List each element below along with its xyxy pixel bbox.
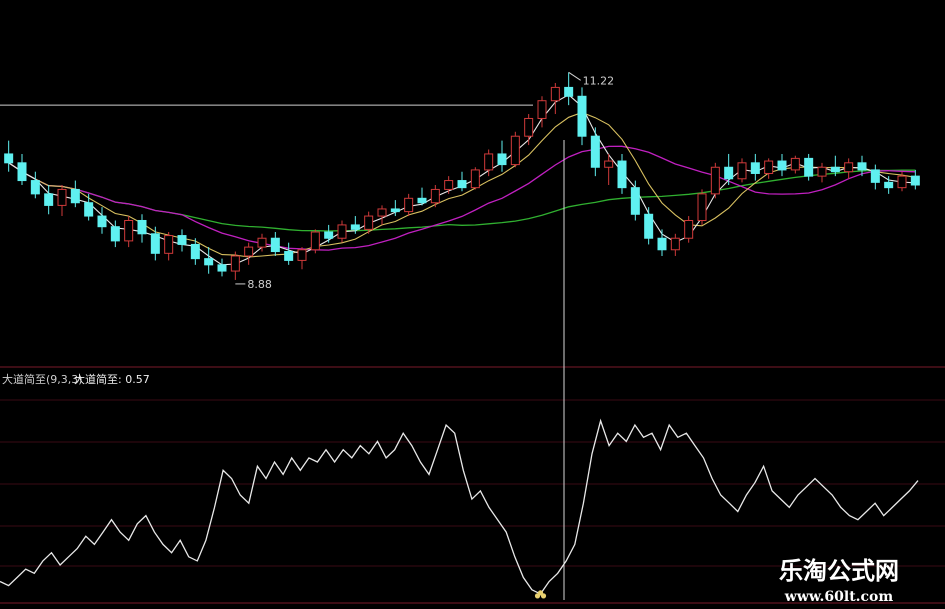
candle-body xyxy=(737,162,747,180)
candle-body xyxy=(630,187,640,215)
candle-body xyxy=(310,231,320,251)
high-price-label: 11.22 xyxy=(583,74,615,87)
candle-body xyxy=(590,135,600,168)
candle-body xyxy=(884,181,894,189)
candle-body xyxy=(377,208,387,217)
candle-body xyxy=(457,180,467,189)
candle-body xyxy=(217,264,227,272)
candle-body xyxy=(84,202,94,217)
candle xyxy=(510,131,520,168)
candle-body xyxy=(910,175,920,186)
indicator-value-label: 大道简至: 0.57 xyxy=(74,372,150,386)
candle-body xyxy=(430,188,440,204)
candle xyxy=(684,216,694,243)
candle-body xyxy=(857,162,867,171)
candle-body xyxy=(17,162,27,182)
candle xyxy=(697,189,707,225)
candle-body xyxy=(150,233,160,254)
candle-body xyxy=(470,169,480,189)
bottom-marker-dot xyxy=(537,590,544,596)
indicator-name-label: 大道简至(9,3,3) xyxy=(2,372,83,386)
candle-body xyxy=(817,166,827,177)
stock-chart-canvas: 11.22 8.88 大道简至(9,3,3) 大道简至: 0.57 乐淘公式网 … xyxy=(0,0,945,609)
candle-body xyxy=(684,219,694,239)
candle-body xyxy=(137,219,147,235)
candle-body xyxy=(750,162,760,174)
watermark-brand: 乐淘公式网 xyxy=(779,556,899,585)
candle-body xyxy=(617,160,627,189)
candle-body xyxy=(44,193,54,206)
candle-body xyxy=(724,166,734,180)
candle-body xyxy=(577,95,587,137)
watermark-url: www.60lt.com xyxy=(784,589,894,605)
candle-body xyxy=(777,160,787,171)
candle-body xyxy=(270,237,280,253)
chart-background xyxy=(0,0,945,609)
candle-body xyxy=(564,86,574,97)
candle-body xyxy=(804,157,814,177)
candle-body xyxy=(524,117,534,137)
candle-body xyxy=(497,153,507,166)
candle-body xyxy=(830,166,840,173)
candle-body xyxy=(124,219,134,242)
candle-body xyxy=(350,224,360,230)
candle-body xyxy=(70,188,80,204)
candle xyxy=(804,153,814,181)
candle-body xyxy=(697,193,707,221)
candle-body xyxy=(57,188,67,206)
candle xyxy=(470,167,480,190)
candle-body xyxy=(190,243,200,260)
candle xyxy=(577,87,587,146)
candle-body xyxy=(657,237,667,251)
candle-body xyxy=(510,135,520,166)
candle-body xyxy=(337,224,347,239)
watermark: 乐淘公式网 www.60lt.com xyxy=(779,556,899,605)
candle xyxy=(710,162,720,199)
candle-body xyxy=(444,180,454,190)
candle-body xyxy=(404,197,414,213)
candle-body xyxy=(364,215,374,230)
candle-body xyxy=(230,255,240,272)
candle-body xyxy=(390,208,400,213)
candle-body xyxy=(30,180,40,195)
candle-body xyxy=(670,237,680,251)
candle-body xyxy=(164,235,174,254)
low-price-label: 8.88 xyxy=(247,278,271,291)
candle-body xyxy=(764,160,774,174)
candle-body xyxy=(484,153,494,171)
candle-body xyxy=(97,215,107,228)
candle-body xyxy=(790,157,800,171)
candle-body xyxy=(897,175,907,189)
candle-body xyxy=(604,160,614,168)
candle-body xyxy=(204,258,214,266)
candle-body xyxy=(324,231,334,239)
candle-body xyxy=(284,251,294,261)
candle-body xyxy=(550,86,560,102)
candle-body xyxy=(537,100,547,119)
candle-body xyxy=(417,197,427,204)
candle-body xyxy=(710,166,720,195)
candle-body xyxy=(844,162,854,173)
candle-body xyxy=(110,226,120,242)
candle-body xyxy=(297,249,307,261)
candle-body xyxy=(870,169,880,183)
candle-body xyxy=(644,213,654,239)
candle xyxy=(310,229,320,254)
candle-body xyxy=(244,246,254,257)
candle-body xyxy=(4,153,14,164)
candle-body xyxy=(177,235,187,245)
candle-body xyxy=(257,237,267,248)
